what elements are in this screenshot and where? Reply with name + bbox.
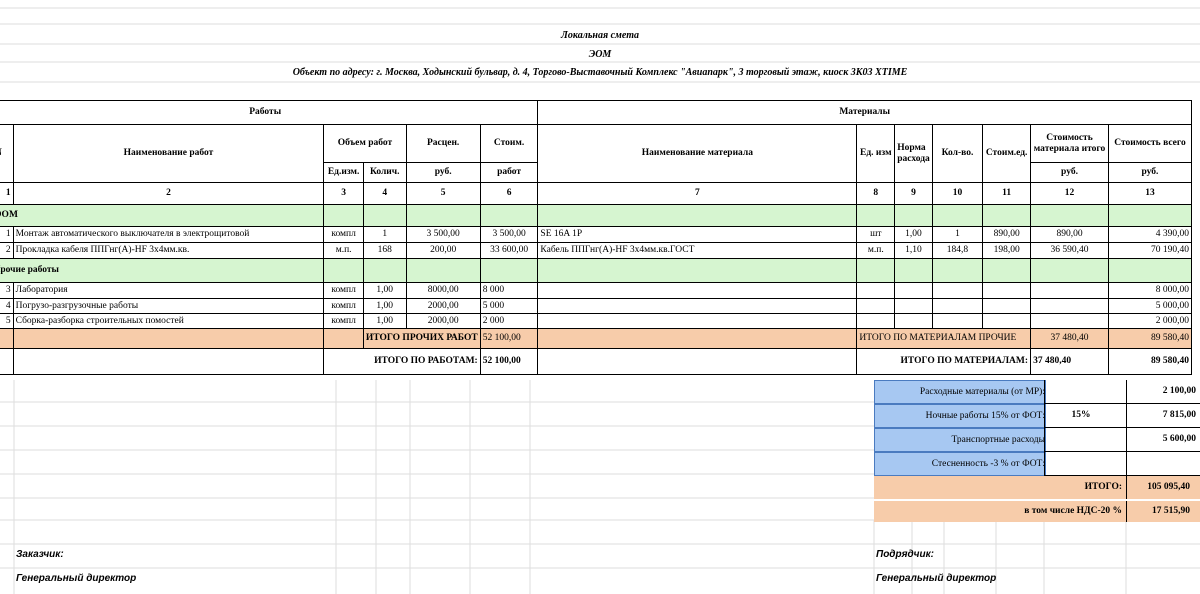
col-n: N — [0, 124, 14, 183]
works-total-value: 52 100,00 — [479, 348, 539, 375]
col-cost-unit: работ — [479, 162, 539, 183]
works-header: Работы — [0, 100, 539, 125]
col-total-all: Стоимость всего — [1107, 124, 1193, 163]
works-total-label: ИТОГО ПО РАБОТАМ: — [323, 348, 481, 375]
customer-label: Заказчик: — [16, 549, 64, 560]
column-numbers-row: 1 2 3 4 5 6 7 8 9 10 11 12 13 — [0, 182, 1193, 205]
col-unit: Ед.изм. — [323, 162, 364, 183]
section-label: ЭОМ — [0, 204, 325, 227]
object-address: Объект по адресу: г. Москва, Ходынский б… — [292, 67, 908, 78]
table-row: 1 Монтаж автоматического выключателя в э… — [0, 226, 1193, 243]
col-material-unit: Ед. изм — [856, 124, 896, 183]
estimate-table: Работы Материалы N Наименование работ Об… — [0, 100, 1193, 375]
col-material-price: Стоим.ед. — [982, 124, 1032, 183]
table-row: 5 Сборка-разборка строительных помостей … — [0, 313, 1193, 329]
col-cost: Стоим. — [479, 124, 539, 163]
other-works-total-value: 52 100,00 — [479, 328, 539, 349]
other-works-total-label: ИТОГО ПРОЧИХ РАБОТ — [362, 328, 481, 349]
col-total-all-unit: руб. — [1107, 162, 1193, 183]
col-work-name: Наименование работ — [12, 124, 325, 183]
col-material-name: Наименование материала — [537, 124, 858, 183]
table-row: 2 Прокладка кабеля ППГнг(А)-HF 3х4мм.кв.… — [0, 242, 1193, 259]
section-row-eom: ЭОМ — [0, 204, 1193, 227]
materials-other-total-label: ИТОГО ПО МАТЕРИАЛАМ ПРОЧИЕ — [856, 328, 1032, 349]
col-material-qty: Кол-во. — [931, 124, 984, 183]
materials-header: Материалы — [537, 100, 1192, 125]
materials-other-grand-value: 89 580,40 — [1107, 328, 1193, 349]
contractor-role: Генеральный директор — [876, 573, 997, 584]
table-row: 3 Лаборатория компл 1,00 8000,00 8 000 8… — [0, 282, 1193, 299]
col-price-unit: руб. — [405, 162, 481, 183]
estimate-title: Локальная смета — [561, 30, 639, 41]
totals-works-row: ИТОГО ПО РАБОТАМ: 52 100,00 ИТОГО ПО МАТ… — [0, 348, 1193, 375]
materials-other-total-value: 37 480,40 — [1030, 328, 1109, 349]
col-material-total-unit: руб. — [1030, 162, 1109, 183]
col-norm: Норма расхода — [894, 124, 933, 183]
extras-borders — [1044, 380, 1200, 476]
customer-role: Генеральный директор — [16, 573, 137, 584]
section-label: Прочие работы — [0, 258, 325, 283]
table-row: 4 Погрузо-разгрузочные работы компл 1,00… — [0, 298, 1193, 314]
col-material-total: Стоимость материала итого — [1030, 124, 1109, 163]
materials-total-label: ИТОГО ПО МАТЕРИАЛАМ: — [856, 348, 1032, 375]
contractor-label: Подрядчик: — [876, 549, 934, 560]
section-row-other: Прочие работы — [0, 258, 1193, 283]
materials-grand-value: 89 580,40 — [1107, 348, 1193, 375]
col-volume: Объем работ — [323, 124, 407, 163]
col-price: Расцен. — [405, 124, 481, 163]
totals-other-row: ИТОГО ПРОЧИХ РАБОТ 52 100,00 ИТОГО ПО МА… — [0, 328, 1193, 349]
materials-total-value: 37 480,40 — [1030, 348, 1109, 375]
estimate-subtitle: ЭОМ — [588, 49, 612, 60]
col-qty: Колич. — [362, 162, 407, 183]
grand-borders — [874, 476, 1200, 522]
